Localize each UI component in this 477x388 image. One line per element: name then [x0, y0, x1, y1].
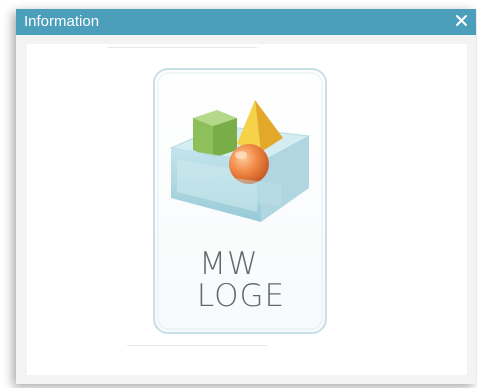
mw-loge-logo: MW LOGE — [151, 66, 331, 338]
logo-text-line1: MW — [199, 246, 259, 282]
close-icon — [456, 15, 467, 26]
sphere-icon — [229, 144, 269, 184]
dialog-content: MW LOGE — [27, 44, 467, 375]
close-button[interactable] — [452, 10, 472, 32]
information-dialog: Information MW LOGE — [16, 9, 476, 384]
divider — [127, 345, 267, 346]
dialog-title: Information — [24, 13, 100, 30]
divider — [107, 47, 257, 48]
dialog-titlebar[interactable]: Information — [16, 9, 476, 35]
logo-text-line2: LOGE — [196, 278, 286, 314]
cube-icon — [193, 110, 237, 158]
